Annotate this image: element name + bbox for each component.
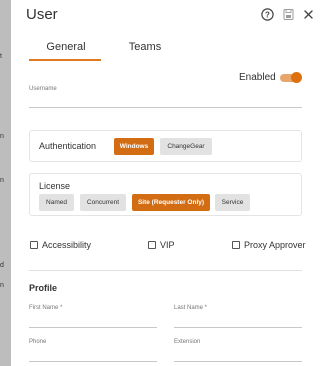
user-dialog: User ? General Teams Enabled Username Au…: [11, 0, 327, 366]
svg-text:?: ?: [265, 10, 270, 19]
background-text: n: [0, 282, 4, 289]
enabled-toggle[interactable]: [280, 72, 302, 83]
last-name-underline: [174, 327, 302, 328]
help-icon[interactable]: ?: [261, 8, 274, 21]
authentication-card: Authentication Windows ChangeGear: [29, 130, 302, 162]
extension-label: Extension: [174, 339, 201, 345]
username-input[interactable]: [29, 94, 302, 106]
license-option-concurrent[interactable]: Concurrent: [80, 194, 126, 211]
license-option-service[interactable]: Service: [215, 194, 250, 211]
license-option-named[interactable]: Named: [39, 194, 74, 211]
close-icon[interactable]: [302, 8, 315, 21]
last-name-input[interactable]: [174, 314, 302, 326]
checkbox-box[interactable]: [232, 241, 240, 249]
license-label: License: [39, 181, 71, 191]
checkbox-label: Proxy Approver: [244, 240, 306, 250]
background-text: t: [0, 53, 2, 60]
dialog-title: User: [26, 6, 58, 23]
profile-section-title: Profile: [29, 283, 58, 293]
background-text: n: [0, 133, 4, 140]
background-text: d: [0, 262, 4, 269]
toggle-thumb: [291, 72, 302, 83]
auth-option-changegear[interactable]: ChangeGear: [160, 138, 212, 155]
license-option-site-requester-only[interactable]: Site (Requester Only): [132, 194, 210, 211]
checkbox-box[interactable]: [30, 241, 38, 249]
active-tab-indicator: [29, 59, 101, 61]
tab-teams[interactable]: Teams: [125, 40, 165, 54]
background-text: n: [0, 177, 4, 184]
auth-option-windows[interactable]: Windows: [114, 138, 154, 155]
page: t n n d n User ? General Teams Enabled U…: [0, 0, 327, 366]
accessibility-checkbox[interactable]: Accessibility: [30, 240, 110, 252]
phone-underline: [29, 361, 157, 362]
first-name-input[interactable]: [29, 314, 157, 326]
first-name-underline: [29, 327, 157, 328]
first-name-label: First Name *: [29, 305, 63, 311]
username-underline: [29, 107, 302, 108]
license-card: License Named Concurrent Site (Requester…: [29, 173, 302, 216]
extension-underline: [174, 361, 302, 362]
vip-checkbox[interactable]: VIP: [148, 240, 188, 252]
checkbox-label: Accessibility: [42, 240, 92, 250]
background-app-edge: t n n d n: [0, 0, 11, 366]
checkbox-label: VIP: [160, 240, 175, 250]
tab-general[interactable]: General: [30, 40, 102, 54]
enabled-label: Enabled: [239, 72, 276, 83]
phone-label: Phone: [29, 339, 47, 345]
phone-input[interactable]: [29, 348, 157, 360]
save-icon[interactable]: [282, 8, 295, 21]
checkbox-box[interactable]: [148, 241, 156, 249]
proxy-approver-checkbox[interactable]: Proxy Approver: [232, 240, 306, 252]
extension-input[interactable]: [174, 348, 302, 360]
username-label: Username: [29, 86, 57, 92]
authentication-label: Authentication: [39, 141, 97, 151]
last-name-label: Last Name *: [174, 305, 208, 311]
divider: [29, 270, 302, 271]
